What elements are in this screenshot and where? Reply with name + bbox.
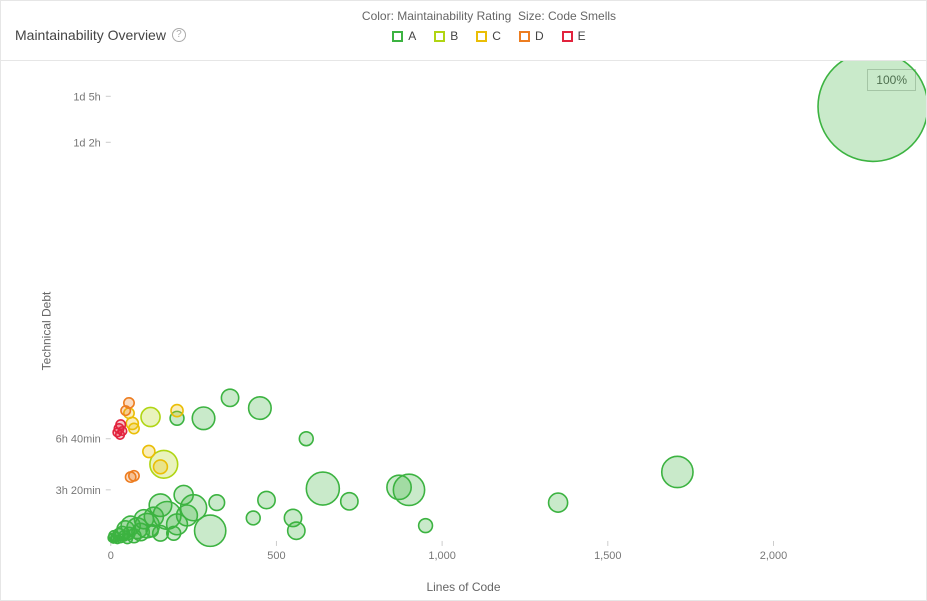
help-icon[interactable]: ?: [172, 28, 186, 42]
chart-legend: Color: Maintainability Rating Size: Code…: [362, 9, 616, 43]
bubble-point[interactable]: [192, 407, 215, 430]
bubble-point[interactable]: [341, 493, 358, 510]
bubble-point[interactable]: [818, 61, 926, 161]
bubble-point[interactable]: [171, 405, 183, 417]
bubble-point[interactable]: [249, 397, 272, 420]
legend-label: D: [535, 29, 544, 43]
bubble-point[interactable]: [121, 406, 130, 415]
bubble-point[interactable]: [246, 511, 260, 525]
legend-item-e[interactable]: E: [562, 29, 586, 43]
bubble-point[interactable]: [221, 389, 238, 406]
bubble-point[interactable]: [299, 432, 313, 446]
svg-text:1,500: 1,500: [594, 550, 621, 562]
bubble-point[interactable]: [549, 493, 568, 512]
bubble-point[interactable]: [209, 495, 225, 511]
svg-text:500: 500: [267, 550, 285, 562]
bubble-point[interactable]: [143, 445, 155, 457]
title-wrap: Maintainability Overview ?: [15, 9, 186, 43]
svg-text:1d 2h: 1d 2h: [73, 137, 100, 149]
swatch-icon: [476, 31, 487, 42]
panel-header: Maintainability Overview ? Color: Mainta…: [1, 1, 926, 61]
svg-text:2,000: 2,000: [760, 550, 787, 562]
bubble-point[interactable]: [662, 456, 693, 487]
legend-item-a[interactable]: A: [392, 29, 416, 43]
svg-text:1d 5h: 1d 5h: [73, 91, 100, 103]
maintainability-panel: Maintainability Overview ? Color: Mainta…: [0, 0, 927, 601]
legend-label: C: [492, 29, 501, 43]
svg-text:6h 40min: 6h 40min: [56, 434, 101, 446]
legend-label: E: [578, 29, 586, 43]
svg-text:3h 20min: 3h 20min: [56, 485, 101, 497]
bubble-point[interactable]: [284, 509, 301, 526]
legend-color-desc: Color: Maintainability Rating: [362, 9, 511, 23]
svg-text:0: 0: [108, 550, 114, 562]
bubble-point[interactable]: [110, 536, 117, 543]
bubble-point[interactable]: [118, 427, 127, 436]
swatch-icon: [434, 31, 445, 42]
swatch-icon: [519, 31, 530, 42]
svg-text:1,000: 1,000: [428, 550, 455, 562]
bubble-point[interactable]: [129, 423, 139, 433]
bubble-point[interactable]: [167, 526, 181, 540]
bubble-point[interactable]: [419, 519, 433, 533]
legend-items: A B C D E: [362, 29, 616, 43]
bubble-point[interactable]: [146, 525, 158, 537]
legend-item-c[interactable]: C: [476, 29, 501, 43]
bubble-point[interactable]: [174, 485, 193, 504]
legend-item-d[interactable]: D: [519, 29, 544, 43]
legend-item-b[interactable]: B: [434, 29, 458, 43]
page-title: Maintainability Overview: [15, 27, 166, 43]
legend-description: Color: Maintainability Rating Size: Code…: [362, 9, 616, 23]
plot-area: 100% Technical Debt Lines of Code 05001,…: [1, 61, 926, 600]
bubble-point[interactable]: [125, 472, 135, 482]
swatch-icon: [562, 31, 573, 42]
bubble-point[interactable]: [154, 460, 168, 474]
bubble-point[interactable]: [258, 491, 275, 508]
legend-label: B: [450, 29, 458, 43]
bubble-point[interactable]: [141, 407, 160, 426]
bubble-chart[interactable]: 0 500 1,000 1,500 2,000 3h 20min 6h 40min 1d 2h…: [1, 61, 926, 601]
bubble-point[interactable]: [306, 472, 339, 505]
swatch-icon: [392, 31, 403, 42]
legend-label: A: [408, 29, 416, 43]
bubble-point[interactable]: [387, 475, 411, 499]
legend-size-desc: Size: Code Smells: [518, 9, 616, 23]
